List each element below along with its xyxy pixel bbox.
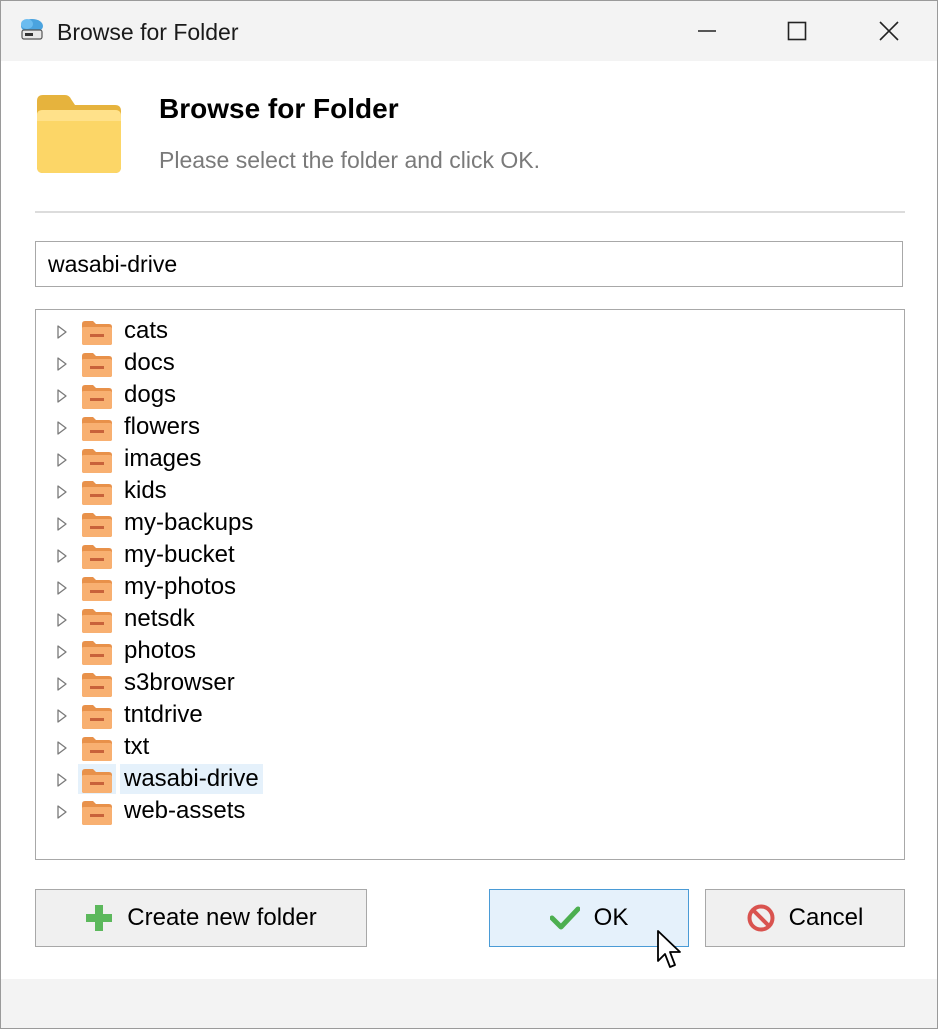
dialog-footer — [1, 979, 937, 1028]
tree-item-label: photos — [124, 637, 197, 664]
expand-arrow-icon[interactable] — [56, 676, 68, 692]
folder-icon — [82, 801, 112, 825]
tree-item-label: netsdk — [124, 605, 195, 632]
tree-item-label: s3browser — [124, 669, 235, 696]
folder-icon — [82, 737, 112, 761]
close-icon — [879, 21, 899, 41]
tree-item-label: cats — [124, 317, 169, 344]
tree-item-flowers[interactable]: flowers — [36, 411, 636, 443]
tree-item-label: txt — [124, 733, 150, 760]
folder-icon — [82, 641, 112, 665]
cancel-button[interactable]: Cancel — [705, 889, 905, 947]
expand-arrow-icon[interactable] — [56, 612, 68, 628]
minimize-button[interactable] — [661, 1, 753, 61]
expand-arrow-icon[interactable] — [56, 452, 68, 468]
folder-icon — [82, 673, 112, 697]
tree-item-images[interactable]: images — [36, 443, 636, 475]
folder-icon — [82, 577, 112, 601]
tree-item-label: images — [124, 445, 202, 472]
close-button[interactable] — [843, 1, 935, 61]
folder-icon — [82, 513, 112, 537]
expand-arrow-icon[interactable] — [56, 356, 68, 372]
tree-item-my-bucket[interactable]: my-bucket — [36, 539, 636, 571]
folder-icon — [82, 705, 112, 729]
minimize-icon — [698, 30, 716, 32]
folder-icon — [82, 353, 112, 377]
tree-item-tntdrive[interactable]: tntdrive — [36, 699, 636, 731]
tree-item-label: tntdrive — [124, 701, 203, 728]
create-new-folder-button[interactable]: Create new folder — [35, 889, 367, 947]
maximize-button[interactable] — [751, 1, 843, 61]
cloud-drive-icon — [21, 19, 43, 40]
create-new-folder-label: Create new folder — [127, 904, 317, 931]
browse-folder-dialog: Browse for Folder Browse for Folder Plea… — [0, 0, 938, 1029]
dialog-heading: Browse for Folder — [159, 93, 399, 124]
tree-item-label: web-assets — [124, 797, 246, 824]
tree-item-label: docs — [124, 349, 175, 376]
tree-item-kids[interactable]: kids — [36, 475, 636, 507]
expand-arrow-icon[interactable] — [56, 804, 68, 820]
tree-item-wasabi-drive[interactable]: wasabi-drive — [36, 763, 636, 795]
expand-arrow-icon[interactable] — [56, 516, 68, 532]
title-bar[interactable]: Browse for Folder — [1, 1, 937, 61]
cancel-label: Cancel — [788, 904, 864, 931]
expand-arrow-icon[interactable] — [56, 740, 68, 756]
tree-item-txt[interactable]: txt — [36, 731, 636, 763]
expand-arrow-icon[interactable] — [56, 644, 68, 660]
expand-arrow-icon[interactable] — [56, 708, 68, 724]
tree-item-my-backups[interactable]: my-backups — [36, 507, 636, 539]
folder-icon — [82, 417, 112, 441]
tree-item-label: my-backups — [124, 509, 254, 536]
expand-arrow-icon[interactable] — [56, 548, 68, 564]
folder-icon — [82, 449, 112, 473]
no-entry-icon — [747, 904, 775, 932]
dialog-instruction: Please select the folder and click OK. — [159, 147, 540, 173]
folder-path-input[interactable] — [35, 241, 903, 287]
tree-item-photos[interactable]: photos — [36, 635, 636, 667]
expand-arrow-icon[interactable] — [56, 484, 68, 500]
header-separator — [35, 211, 905, 213]
folder-tree[interactable]: cats docs dogs flowers images kids my-ba… — [35, 309, 905, 860]
tree-item-label: my-photos — [124, 573, 237, 600]
tree-item-label: kids — [124, 477, 167, 504]
ok-label: OK — [593, 904, 629, 931]
tree-item-web-assets[interactable]: web-assets — [36, 795, 636, 827]
checkmark-icon — [549, 906, 580, 930]
expand-arrow-icon[interactable] — [56, 324, 68, 340]
folder-icon — [82, 769, 112, 793]
expand-arrow-icon[interactable] — [56, 580, 68, 596]
plus-icon — [86, 905, 113, 931]
tree-item-cats[interactable]: cats — [36, 315, 636, 347]
tree-item-label: dogs — [124, 381, 177, 408]
folder-icon — [37, 95, 121, 173]
tree-item-label: wasabi-drive — [120, 764, 263, 794]
tree-item-my-photos[interactable]: my-photos — [36, 571, 636, 603]
folder-icon — [82, 321, 112, 345]
expand-arrow-icon[interactable] — [56, 388, 68, 404]
folder-tree-list: cats docs dogs flowers images kids my-ba… — [36, 315, 636, 827]
tree-item-netsdk[interactable]: netsdk — [36, 603, 636, 635]
maximize-icon — [787, 21, 807, 41]
folder-icon — [82, 481, 112, 505]
tree-item-docs[interactable]: docs — [36, 347, 636, 379]
expand-arrow-icon[interactable] — [56, 420, 68, 436]
window-title: Browse for Folder — [57, 19, 239, 45]
tree-item-dogs[interactable]: dogs — [36, 379, 636, 411]
folder-icon — [82, 545, 112, 569]
folder-icon — [82, 609, 112, 633]
folder-icon — [82, 385, 112, 409]
tree-item-label: my-bucket — [124, 541, 235, 568]
expand-arrow-icon[interactable] — [56, 772, 68, 788]
tree-item-label: flowers — [124, 413, 201, 440]
mouse-cursor-icon — [657, 930, 681, 968]
tree-item-s3browser[interactable]: s3browser — [36, 667, 636, 699]
